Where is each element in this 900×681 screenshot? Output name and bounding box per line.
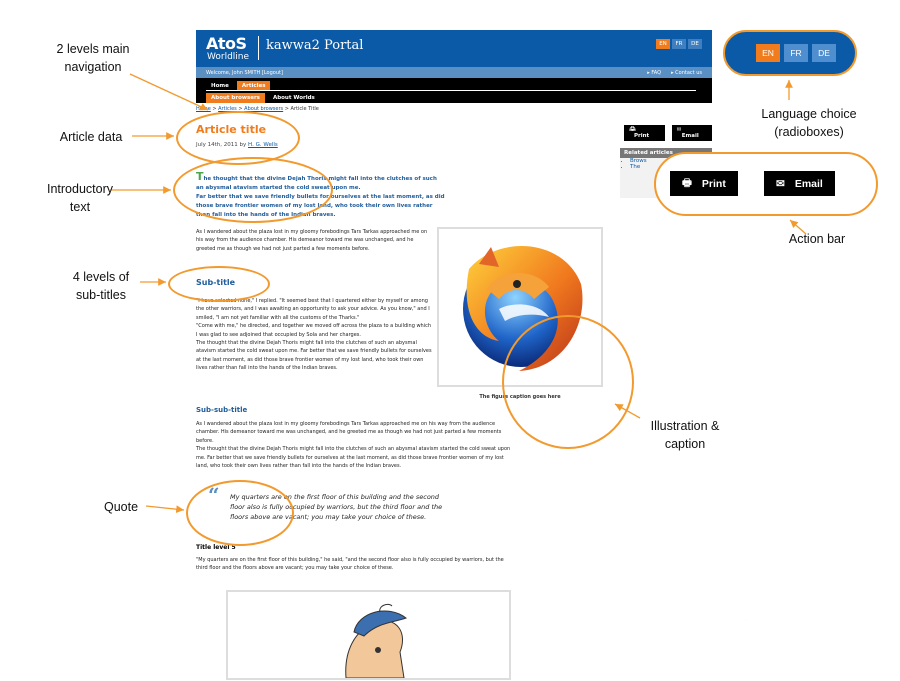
- callout-navigation: 2 levels main navigation: [56, 42, 130, 74]
- callout-quote: Quote: [103, 500, 139, 514]
- callout-action-bar: Action bar: [788, 232, 846, 246]
- callout-illustration: Illustration & caption: [650, 419, 720, 451]
- callout-subtitles: 4 levels of sub-titles: [72, 270, 130, 302]
- callout-language: Language choice (radioboxes): [761, 107, 857, 139]
- callout-article-data: Article data: [59, 130, 123, 144]
- callout-arrows: [110, 73, 807, 514]
- callout-intro: Introductory text: [46, 182, 113, 214]
